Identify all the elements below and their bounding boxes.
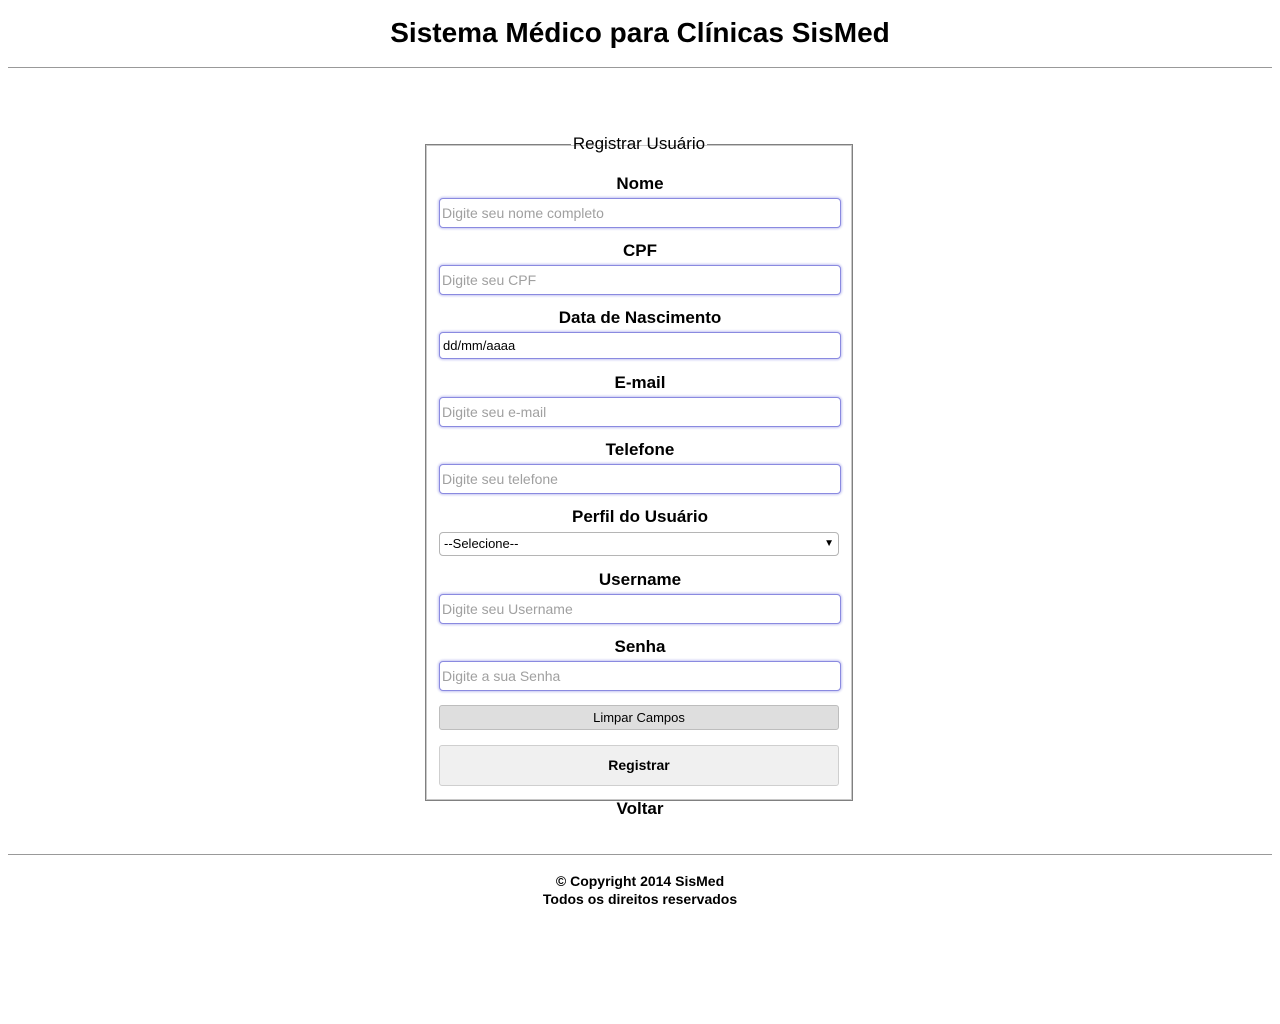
back-link[interactable]: Voltar (426, 799, 854, 819)
register-user-form: Registrar Usuário Nome CPF Data de Nasci… (425, 134, 853, 818)
page-title: Sistema Médico para Clínicas SisMed (390, 17, 890, 48)
header-divider (8, 67, 1272, 68)
email-input[interactable] (439, 397, 841, 427)
telefone-input[interactable] (439, 464, 841, 494)
clear-fields-button[interactable]: Limpar Campos (439, 705, 839, 730)
chevron-down-icon: ▼ (824, 538, 834, 549)
username-label: Username (598, 570, 682, 589)
nascimento-date-input[interactable] (439, 332, 841, 359)
perfil-select-value: --Selecione-- (444, 536, 519, 551)
footer-divider (8, 854, 1272, 855)
username-input[interactable] (439, 594, 841, 624)
copyright-text: © Copyright 2014 SisMed (555, 873, 725, 889)
nascimento-label: Data de Nascimento (558, 308, 722, 327)
nome-input[interactable] (439, 198, 841, 228)
cpf-input[interactable] (439, 265, 841, 295)
perfil-label: Perfil do Usuário (571, 507, 709, 526)
perfil-select[interactable]: --Selecione-- ▼ (439, 532, 839, 556)
telefone-label: Telefone (605, 440, 675, 459)
senha-label: Senha (614, 637, 666, 656)
page: Sistema Médico para Clínicas SisMed Regi… (0, 0, 1280, 1024)
email-label: E-mail (614, 373, 666, 392)
cpf-label: CPF (623, 241, 657, 260)
nome-label: Nome (616, 174, 664, 193)
rights-text: Todos os direitos reservados (542, 891, 738, 907)
register-button[interactable]: Registrar (439, 745, 839, 786)
form-legend: Registrar Usuário (572, 134, 706, 153)
senha-input[interactable] (439, 661, 841, 691)
footer: © Copyright 2014 SisMed Todos os direito… (0, 872, 1280, 908)
